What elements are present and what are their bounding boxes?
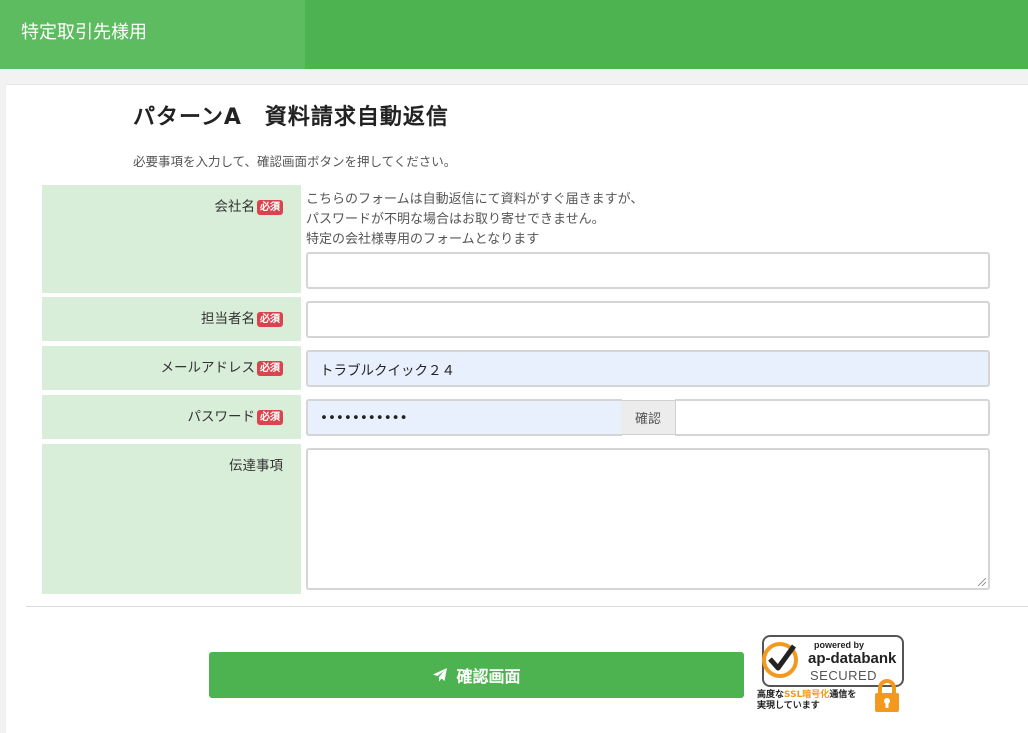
message-textarea[interactable] [306, 448, 990, 590]
company-note-line: こちらのフォームは自動返信にて資料がすぐ届きますが、 [306, 192, 644, 207]
header-tab-active[interactable]: 特定取引先様用 [0, 0, 305, 69]
contact-input[interactable] [306, 301, 990, 338]
company-note-line: パスワードが不明な場合はお取り寄せできません。 [306, 212, 605, 227]
label-cell-password: パスワード 必須 [42, 395, 301, 439]
email-input[interactable]: トラブルクイック２４ [306, 350, 990, 387]
label-cell-company: 会社名 必須 [42, 185, 301, 293]
seal-caption-post: 通信を [829, 690, 857, 700]
message-label-text: 伝達事項 [229, 458, 283, 474]
confirm-button-label: 確認画面 [456, 667, 521, 686]
page-lead: 必要事項を入力して、確認画面ボタンを押してください。 [133, 154, 457, 169]
lock-icon [875, 679, 899, 712]
seal-caption-1: 高度なSSL暗号化通信を [757, 690, 856, 701]
paper-plane-icon [433, 668, 448, 682]
password-confirm-input[interactable] [675, 399, 990, 436]
seal-brand: ap-databank [808, 650, 897, 667]
company-label: 会社名 必須 [214, 197, 283, 217]
seal-caption-pre: 高度な [757, 690, 785, 700]
company-input[interactable] [306, 252, 990, 289]
password-input[interactable]: ••••••••••• [306, 399, 622, 436]
required-badge: 必須 [257, 409, 283, 425]
required-badge: 必須 [257, 360, 283, 376]
top-header: 特定取引先様用 [0, 0, 1028, 69]
company-note: こちらのフォームは自動返信にて資料がすぐ届きますが、 パスワードが不明な場合はお… [306, 190, 643, 250]
contact-label: 担当者名 必須 [201, 309, 283, 329]
seal-secured: SECURED [810, 668, 878, 683]
password-confirm-label: 確認 [621, 400, 675, 435]
company-label-text: 会社名 [214, 199, 256, 215]
ssl-seal[interactable]: powered by ap-databank SECURED 高度なSSL暗号化… [756, 634, 906, 716]
resize-grip-icon[interactable] [978, 578, 986, 586]
form-divider [26, 606, 1028, 607]
contact-label-text: 担当者名 [201, 311, 255, 327]
label-cell-contact: 担当者名 必須 [42, 297, 301, 341]
label-cell-email: メールアドレス 必須 [42, 346, 301, 390]
message-label: 伝達事項 [229, 456, 283, 476]
required-badge: 必須 [257, 199, 283, 215]
header-title: 特定取引先様用 [21, 22, 147, 43]
confirm-button[interactable]: 確認画面 [209, 652, 744, 698]
email-label: メールアドレス 必須 [160, 358, 283, 378]
password-label: パスワード 必須 [187, 407, 283, 427]
check-badge-icon [762, 642, 798, 678]
seal-caption-2: 実現しています [757, 701, 820, 711]
password-label-text: パスワード [187, 409, 256, 425]
company-note-line: 特定の会社様専用のフォームとなります [306, 232, 540, 247]
seal-caption-highlight: SSL暗号化 [784, 690, 830, 700]
email-label-text: メールアドレス [160, 360, 256, 376]
required-badge: 必須 [257, 311, 283, 327]
label-cell-message: 伝達事項 [42, 444, 301, 594]
page-title: パターンA 資料請求自動返信 [133, 105, 449, 130]
